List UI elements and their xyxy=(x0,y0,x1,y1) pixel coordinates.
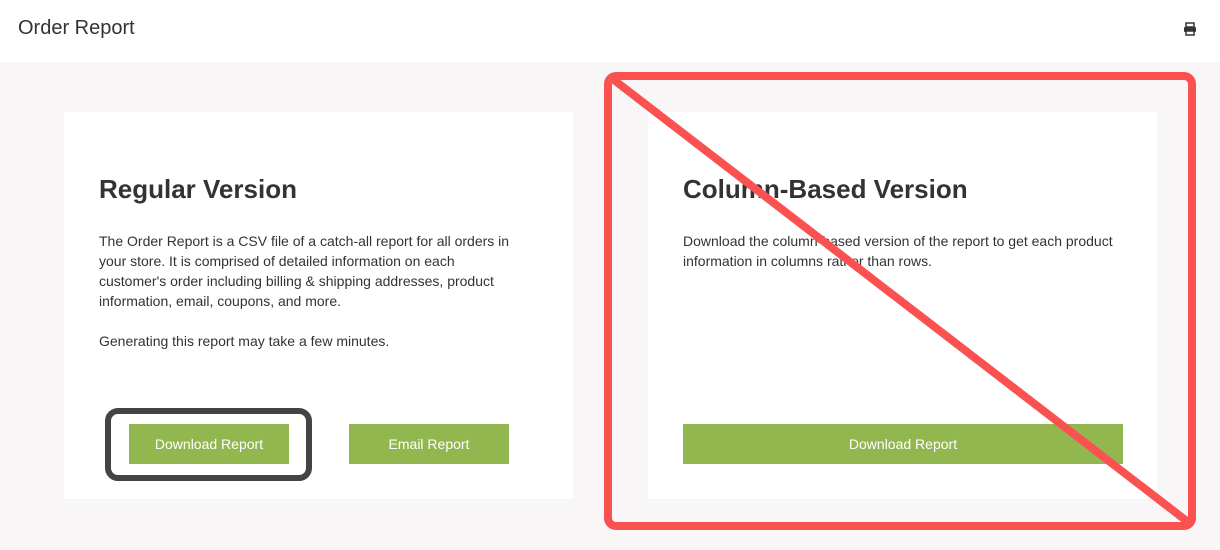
regular-version-title: Regular Version xyxy=(99,174,297,204)
column-based-version-title: Column-Based Version xyxy=(683,174,968,204)
regular-version-description: The Order Report is a CSV file of a catc… xyxy=(99,233,510,309)
email-report-button[interactable]: Email Report xyxy=(349,424,509,464)
column-based-version-card: Column-Based Version Download the column… xyxy=(648,112,1157,499)
order-report-page: Order Report Regular Version The Order R… xyxy=(0,0,1220,550)
report-options-area: Regular Version The Order Report is a CS… xyxy=(0,62,1220,550)
page-header: Order Report xyxy=(0,0,1220,62)
regular-version-card: Regular Version The Order Report is a CS… xyxy=(64,112,573,499)
regular-version-note: Generating this report may take a few mi… xyxy=(99,333,390,349)
column-download-report-button[interactable]: Download Report xyxy=(683,424,1123,464)
column-based-version-description: Download the column-based version of the… xyxy=(683,233,1113,269)
page-title: Order Report xyxy=(18,17,135,39)
download-report-button[interactable]: Download Report xyxy=(129,424,289,464)
printer-icon[interactable] xyxy=(1183,22,1197,36)
